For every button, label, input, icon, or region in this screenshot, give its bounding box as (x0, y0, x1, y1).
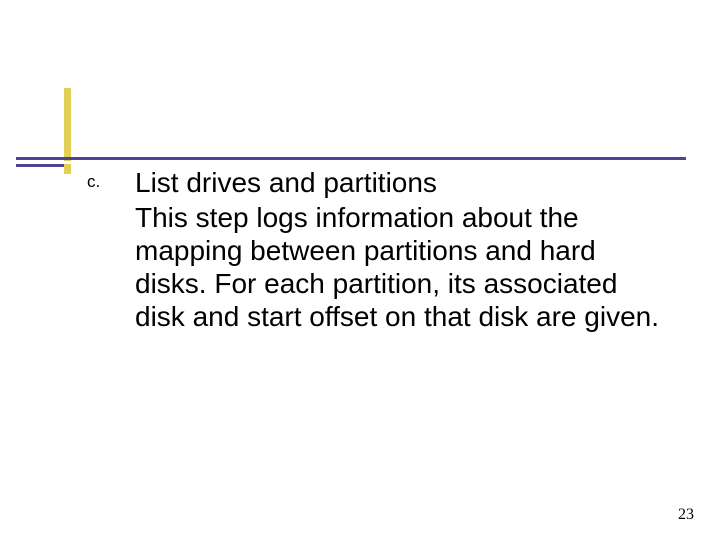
decor-bar-purple-2 (16, 164, 64, 167)
slide: c. List drives and partitions This step … (0, 0, 720, 540)
decor-bar-yellow-1 (64, 88, 71, 161)
content-heading: List drives and partitions (135, 166, 665, 199)
page-number: 23 (678, 506, 694, 524)
decor-bar-purple-1 (16, 157, 686, 160)
list-marker: c. (87, 172, 100, 192)
content-body: This step logs information about the map… (135, 201, 665, 333)
content-block: List drives and partitions This step log… (135, 166, 665, 333)
decor-bar-yellow-2 (64, 164, 71, 174)
